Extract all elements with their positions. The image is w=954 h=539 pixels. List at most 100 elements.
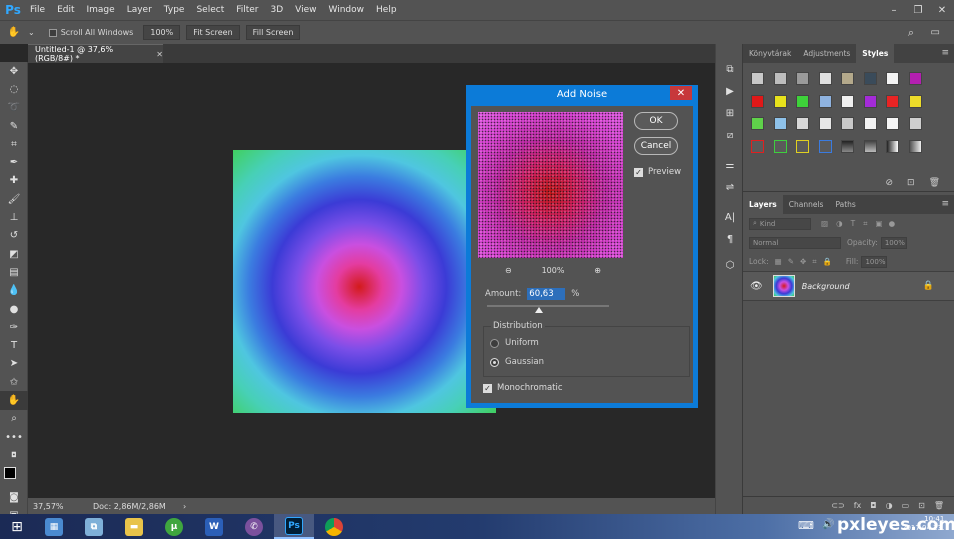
style-swatch[interactable] [751, 72, 764, 85]
default-colors-icon[interactable]: ◘ [0, 446, 28, 464]
style-swatch[interactable] [886, 117, 899, 130]
blend-mode-select[interactable]: Normal [749, 236, 841, 249]
kind-filter-select[interactable]: ⌕ Kind [749, 217, 811, 230]
brush-tool-icon[interactable]: 🖌 [0, 190, 28, 208]
style-swatch[interactable] [818, 72, 832, 85]
blur-tool-icon[interactable]: 💧 [0, 282, 28, 300]
style-swatch[interactable] [863, 117, 877, 130]
pen-tool-icon[interactable]: ✑ [0, 318, 28, 336]
move-tool-icon[interactable]: ✥ [0, 62, 28, 80]
shape-tool-icon[interactable]: ✩ [0, 373, 28, 391]
zoom-100-button[interactable]: 100% [143, 25, 181, 40]
style-swatch[interactable] [863, 72, 877, 85]
layer-style-icon[interactable]: fx [854, 501, 862, 510]
menu-file[interactable]: File [24, 5, 51, 15]
tool-preset-chevron-icon[interactable]: ⌄ [28, 28, 35, 37]
menu-filter[interactable]: Filter [230, 5, 264, 15]
close-document-icon[interactable]: ✕ [156, 50, 163, 59]
style-swatch[interactable] [751, 139, 764, 153]
calculator-app-icon[interactable]: ▦ [34, 514, 74, 539]
style-swatch[interactable] [818, 94, 832, 108]
photoshop-taskbar-icon[interactable]: Ps [274, 514, 314, 539]
style-swatch[interactable] [818, 139, 832, 153]
scroll-all-windows-checkbox[interactable]: Scroll All Windows [48, 28, 133, 37]
restore-icon[interactable]: ❐ [906, 0, 930, 20]
paragraph-panel-icon[interactable]: ¶ [716, 228, 744, 250]
libraries-panel-icon[interactable]: ⊞ [716, 102, 744, 124]
tab-channels[interactable]: Channels [783, 195, 830, 214]
style-swatch[interactable] [886, 139, 899, 153]
path-select-tool-icon[interactable]: ➤ [0, 355, 28, 373]
new-style-icon[interactable]: ⊡ [907, 178, 915, 188]
fill-screen-button[interactable]: Fill Screen [245, 25, 301, 40]
gaussian-radio[interactable]: Gaussian [490, 357, 544, 367]
menu-image[interactable]: Image [81, 5, 121, 15]
lock-position-icon[interactable]: ✥ [800, 257, 806, 266]
new-layer-icon[interactable]: ⊡ [918, 501, 925, 510]
style-swatch[interactable] [751, 94, 764, 108]
brush-settings-icon[interactable]: ⧄ [716, 124, 744, 146]
windows-start-icon[interactable]: ⊞ [0, 514, 34, 539]
fit-screen-button[interactable]: Fit Screen [186, 25, 240, 40]
menu-window[interactable]: Window [323, 5, 371, 15]
zoom-tool-icon[interactable]: ⌕ [0, 410, 28, 428]
layers-menu-icon[interactable]: ≡ [941, 199, 949, 209]
menu-layer[interactable]: Layer [121, 5, 158, 15]
filter-pixel-icon[interactable]: ▨ [821, 219, 828, 228]
volume-icon[interactable]: 🔊 [822, 519, 834, 530]
filter-preview[interactable] [478, 112, 623, 258]
filter-adjustment-icon[interactable]: ◑ [836, 219, 843, 228]
chrome-icon[interactable] [314, 514, 354, 539]
status-arrow-icon[interactable]: › [183, 502, 186, 511]
style-swatch[interactable] [751, 117, 764, 130]
file-explorer-icon[interactable]: ▬ [114, 514, 154, 539]
tab-styles[interactable]: Styles [856, 44, 895, 63]
delete-style-icon[interactable]: 🗑 [929, 178, 940, 188]
keyboard-icon[interactable]: ⌨ [798, 519, 814, 532]
style-swatch[interactable] [841, 72, 854, 85]
style-swatch[interactable] [796, 117, 809, 130]
amount-slider-track[interactable] [487, 305, 609, 307]
lock-artboard-icon[interactable]: ⌗ [812, 257, 816, 267]
opacity-input[interactable]: 100% [880, 236, 907, 249]
style-swatch[interactable] [908, 94, 922, 108]
style-swatch[interactable] [841, 139, 854, 153]
style-swatch[interactable] [886, 72, 899, 85]
utorrent-icon[interactable]: µ [154, 514, 194, 539]
history-panel-icon[interactable]: ⧉ [716, 58, 744, 80]
3d-panel-icon[interactable]: ⬡ [716, 254, 744, 276]
window-switch-app-icon[interactable]: ⧉ [74, 514, 114, 539]
menu-view[interactable]: View [289, 5, 322, 15]
history-brush-tool-icon[interactable]: ↺ [0, 227, 28, 245]
filter-type-icon[interactable]: T [851, 219, 856, 228]
style-swatch[interactable] [773, 94, 787, 108]
gradient-tool-icon[interactable]: ▤ [0, 263, 28, 281]
foreground-color[interactable] [4, 466, 16, 479]
menu-help[interactable]: Help [370, 5, 403, 15]
dodge-tool-icon[interactable]: ● [0, 300, 28, 318]
close-icon[interactable]: ✕ [930, 0, 954, 20]
tab-layers[interactable]: Layers [743, 195, 783, 214]
preview-checkbox[interactable]: ✓ Preview [634, 167, 681, 177]
noise-image[interactable] [233, 150, 496, 413]
amount-slider-handle[interactable] [535, 307, 543, 313]
panel-menu-icon[interactable]: ≡ [941, 48, 949, 58]
crop-tool-icon[interactable]: ⌗ [0, 135, 28, 153]
style-swatch[interactable] [796, 139, 809, 153]
menu-type[interactable]: Type [158, 5, 191, 15]
dialog-titlebar[interactable]: Add Noise ✕ [466, 85, 698, 103]
delete-layer-icon[interactable]: 🗑 [934, 501, 944, 510]
link-layers-icon[interactable]: ⊂⊃ [831, 501, 844, 510]
word-icon[interactable]: W [194, 514, 234, 539]
lasso-tool-icon[interactable]: ➰ [0, 99, 28, 117]
style-swatch[interactable] [908, 117, 922, 130]
style-swatch[interactable] [841, 117, 854, 130]
cancel-button[interactable]: Cancel [634, 137, 678, 155]
amount-input[interactable]: 60,63 [527, 288, 566, 300]
new-group-icon[interactable]: ▭ [902, 501, 910, 510]
fill-input[interactable]: 100% [861, 255, 888, 268]
menu-edit[interactable]: Edit [51, 5, 80, 15]
eraser-tool-icon[interactable]: ◩ [0, 245, 28, 263]
menu-3d[interactable]: 3D [265, 5, 290, 15]
style-swatch[interactable] [773, 139, 787, 153]
